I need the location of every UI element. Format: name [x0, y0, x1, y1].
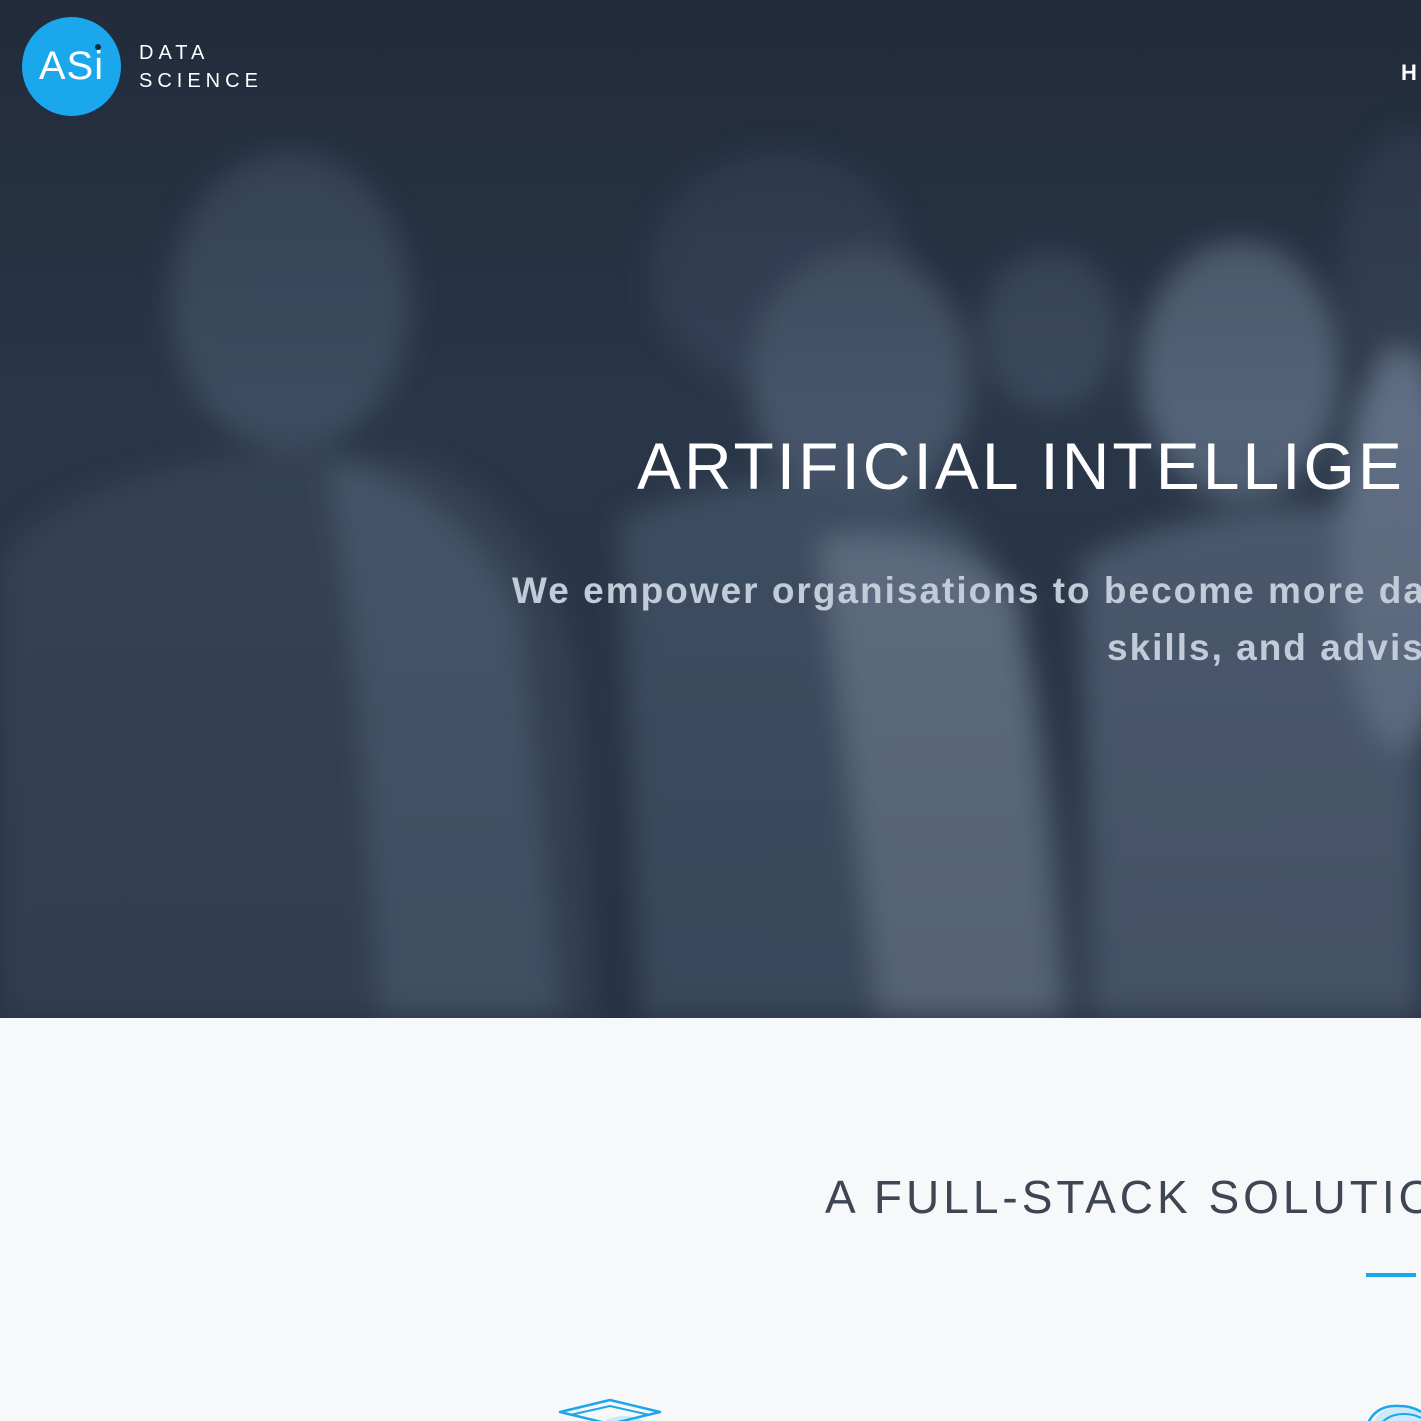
section-title-underline — [1366, 1273, 1416, 1277]
hero-title: ARTIFICIAL INTELLIGE — [637, 429, 1405, 503]
page: ASi DATA SCIENCE H ARTIFICIAL INTELLIGE … — [0, 0, 1421, 1421]
graduation-cap-icon — [558, 1398, 662, 1421]
logo[interactable]: ASi DATA SCIENCE — [22, 17, 263, 116]
logo-wordmark: DATA SCIENCE — [139, 39, 263, 95]
hero-subtitle-line1: We empower organisations to become more … — [512, 570, 1421, 611]
solutions-section: A FULL-STACK SOLUTIO — [0, 1018, 1421, 1421]
logo-wordmark-line2: SCIENCE — [139, 69, 263, 92]
hero-section: ASi DATA SCIENCE H ARTIFICIAL INTELLIGE … — [0, 0, 1421, 1018]
cloud-icon — [1367, 1404, 1421, 1421]
hero-overlay — [0, 0, 1421, 1018]
section-title: A FULL-STACK SOLUTIO — [825, 1171, 1421, 1223]
nav-item-home[interactable]: H — [1401, 60, 1420, 86]
logo-wordmark-line1: DATA — [139, 41, 210, 64]
logo-mark: ASi — [22, 17, 121, 116]
hero-subtitle-line2: skills, and advis — [1107, 627, 1421, 668]
logo-dot-icon — [95, 44, 101, 50]
logo-mark-text: ASi — [38, 44, 105, 88]
